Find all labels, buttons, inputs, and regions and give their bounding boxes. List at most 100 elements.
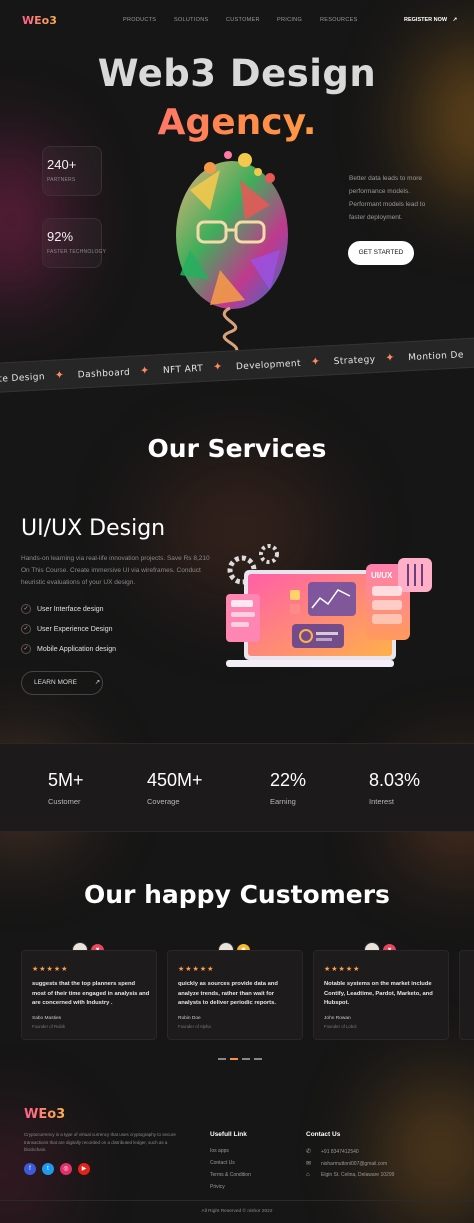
learn-more-button[interactable]: LEARN MORE ↗ [21,671,103,695]
phone-icon: ✆ [306,1149,312,1155]
footer-description: Cryptocurrency is a type of virtual curr… [24,1132,176,1152]
stat-label: Customer [48,797,81,806]
feature-label: User Interface design [37,605,104,613]
customers-section-title: Our happy Customers [84,880,390,909]
testimonial-name: John Rowan [324,1016,351,1021]
carousel-dot[interactable] [254,1058,262,1060]
uiux-illustration: UI/UX [222,542,442,672]
stat-value: 8.03% [369,770,421,790]
contact-text: +91 8347412540 [321,1149,359,1155]
sparkle-icon: ✦ [310,354,321,369]
stat-label: Earning [270,797,296,806]
hero-title: Web3 Design [97,52,377,95]
stat-coverage: 450M+ Coverage [147,770,203,806]
feature-item: ✓ User Experience Design [21,624,112,634]
nav-link-customer[interactable]: CUSTOMER [226,17,260,23]
contact-text: Elgin St. Celina, Delaware 10299 [321,1172,395,1178]
testimonial-text: Notable systems on the market include Co… [324,981,433,1006]
learn-more-label: LEARN MORE [34,679,77,686]
sparkle-icon: ✦ [139,363,151,378]
stat-value: 450M+ [147,770,203,790]
footer-logo[interactable]: WEo3 [24,1107,65,1122]
service-title: UI/UX Design [21,516,166,541]
nav-link-products[interactable]: PRODUCTS [123,17,156,23]
stat-interest: 8.03% Interest [369,770,420,806]
testimonial-name: Sabo Masties [32,1016,62,1021]
sparkle-icon: ✦ [54,368,65,382]
feature-label: User Experience Design [37,625,113,633]
youtube-icon[interactable]: ▶ [78,1163,90,1175]
testimonial-text: quickly as sources provide data and anal… [178,981,278,1006]
sparkle-icon: ✦ [385,350,396,365]
stat-label: Coverage [147,797,180,806]
nav-link-pricing[interactable]: PRICING [277,17,302,23]
register-label: REGISTER NOW [404,17,448,23]
testimonial-role: Founder of Lobol [324,1024,357,1029]
footer-link[interactable]: Contact Us [210,1160,235,1166]
footer-divider [0,1200,474,1201]
hero-head-illustration [150,150,310,360]
marquee-item: Strategy [333,354,376,368]
sparkle-icon: ✦ [212,359,223,374]
twitter-icon[interactable]: t [42,1163,54,1175]
stat-value: 22% [270,770,307,790]
stat-label: Interest [369,797,395,806]
marquee-item: Montion De [408,350,465,364]
arrow-up-right-icon: ↗ [452,17,458,23]
footer-links-heading: Usefull Link [210,1131,247,1138]
feature-item: ✓ User Interface design [21,604,104,614]
footer-link[interactable]: Terms & Condition [210,1172,251,1178]
hero-stat-value: 240+ [47,157,77,172]
feature-label: Mobile Application design [37,645,116,653]
marquee-item: Development [235,358,302,373]
service-description: Hands-on learning via real-life innovati… [21,555,210,586]
feature-item: ✓ Mobile Application design [21,644,116,654]
stat-customer: 5M+ Customer [48,770,84,806]
nav-link-solutions[interactable]: SOLUTIONS [174,17,208,23]
testimonial-card: ★★★★★ quickly as sources provide data an… [167,950,303,1040]
testimonial-role: Founder of Alpha [178,1024,211,1029]
check-icon: ✓ [21,624,31,634]
arrow-up-right-icon: ↗ [94,679,101,686]
brand-logo[interactable]: WEo3 [22,14,57,27]
check-icon: ✓ [21,604,31,614]
carousel-dot[interactable] [218,1058,226,1060]
marquee-item: Dashboard [77,367,131,381]
nav-link-resources[interactable]: RESOURCES [320,17,358,23]
hero-stat-value: 92% [47,229,74,244]
footer-link[interactable]: Privicy [210,1184,225,1190]
copyright: All Right Reserved © nishor 2022 [201,1209,273,1214]
carousel-dot[interactable] [242,1058,250,1060]
testimonial-card-partial [459,950,474,1040]
services-section-title: Our Services [147,434,327,463]
map-icon: ⌂ [306,1172,310,1178]
contact-address[interactable]: ⌂ Elgin St. Celina, Delaware 10299 [306,1172,394,1178]
uiux-illustration-label: UI/UX [371,571,393,580]
contact-phone[interactable]: ✆ +91 8347412540 [306,1148,359,1155]
hero-title-accent: Agency. [0,102,474,143]
hero-description: Better data leads to more performance mo… [349,175,426,221]
hero-stat-card-partners: 240+ PARTNERS [42,146,102,196]
rating-stars: ★★★★★ [178,966,215,973]
get-started-button[interactable]: GET STARTED [348,241,414,265]
instagram-icon[interactable]: ◎ [60,1163,72,1175]
carousel-dot-active[interactable] [230,1058,238,1060]
mail-icon: ✉ [306,1161,312,1167]
rating-stars: ★★★★★ [32,966,69,973]
footer-contact-heading: Contact Us [306,1131,341,1138]
testimonial-card: ★★★★★ suggests that the top planners spe… [21,950,157,1040]
contact-email[interactable]: ✉ nisharmuttoni007@gmail.com [306,1160,387,1167]
footer-link[interactable]: Ios apps [210,1148,229,1154]
stat-earning: 22% Earning [270,770,306,806]
register-now-button[interactable]: REGISTER NOW ↗ [404,17,457,23]
contact-text: nisharmuttoni007@gmail.com [321,1161,388,1167]
testimonial-text: suggests that the top planners spend mos… [32,981,150,1006]
testimonial-name: Robin Doe [178,1016,201,1021]
testimonial-role: Founder of Rubik [32,1024,65,1029]
marquee-item: NFT ART [162,363,204,377]
facebook-icon[interactable]: f [24,1163,36,1175]
testimonial-card: ★★★★★ Notable systems on the market incl… [313,950,449,1040]
check-icon: ✓ [21,644,31,654]
stat-value: 5M+ [48,770,84,790]
hero-stat-label: PARTNERS [47,177,76,183]
